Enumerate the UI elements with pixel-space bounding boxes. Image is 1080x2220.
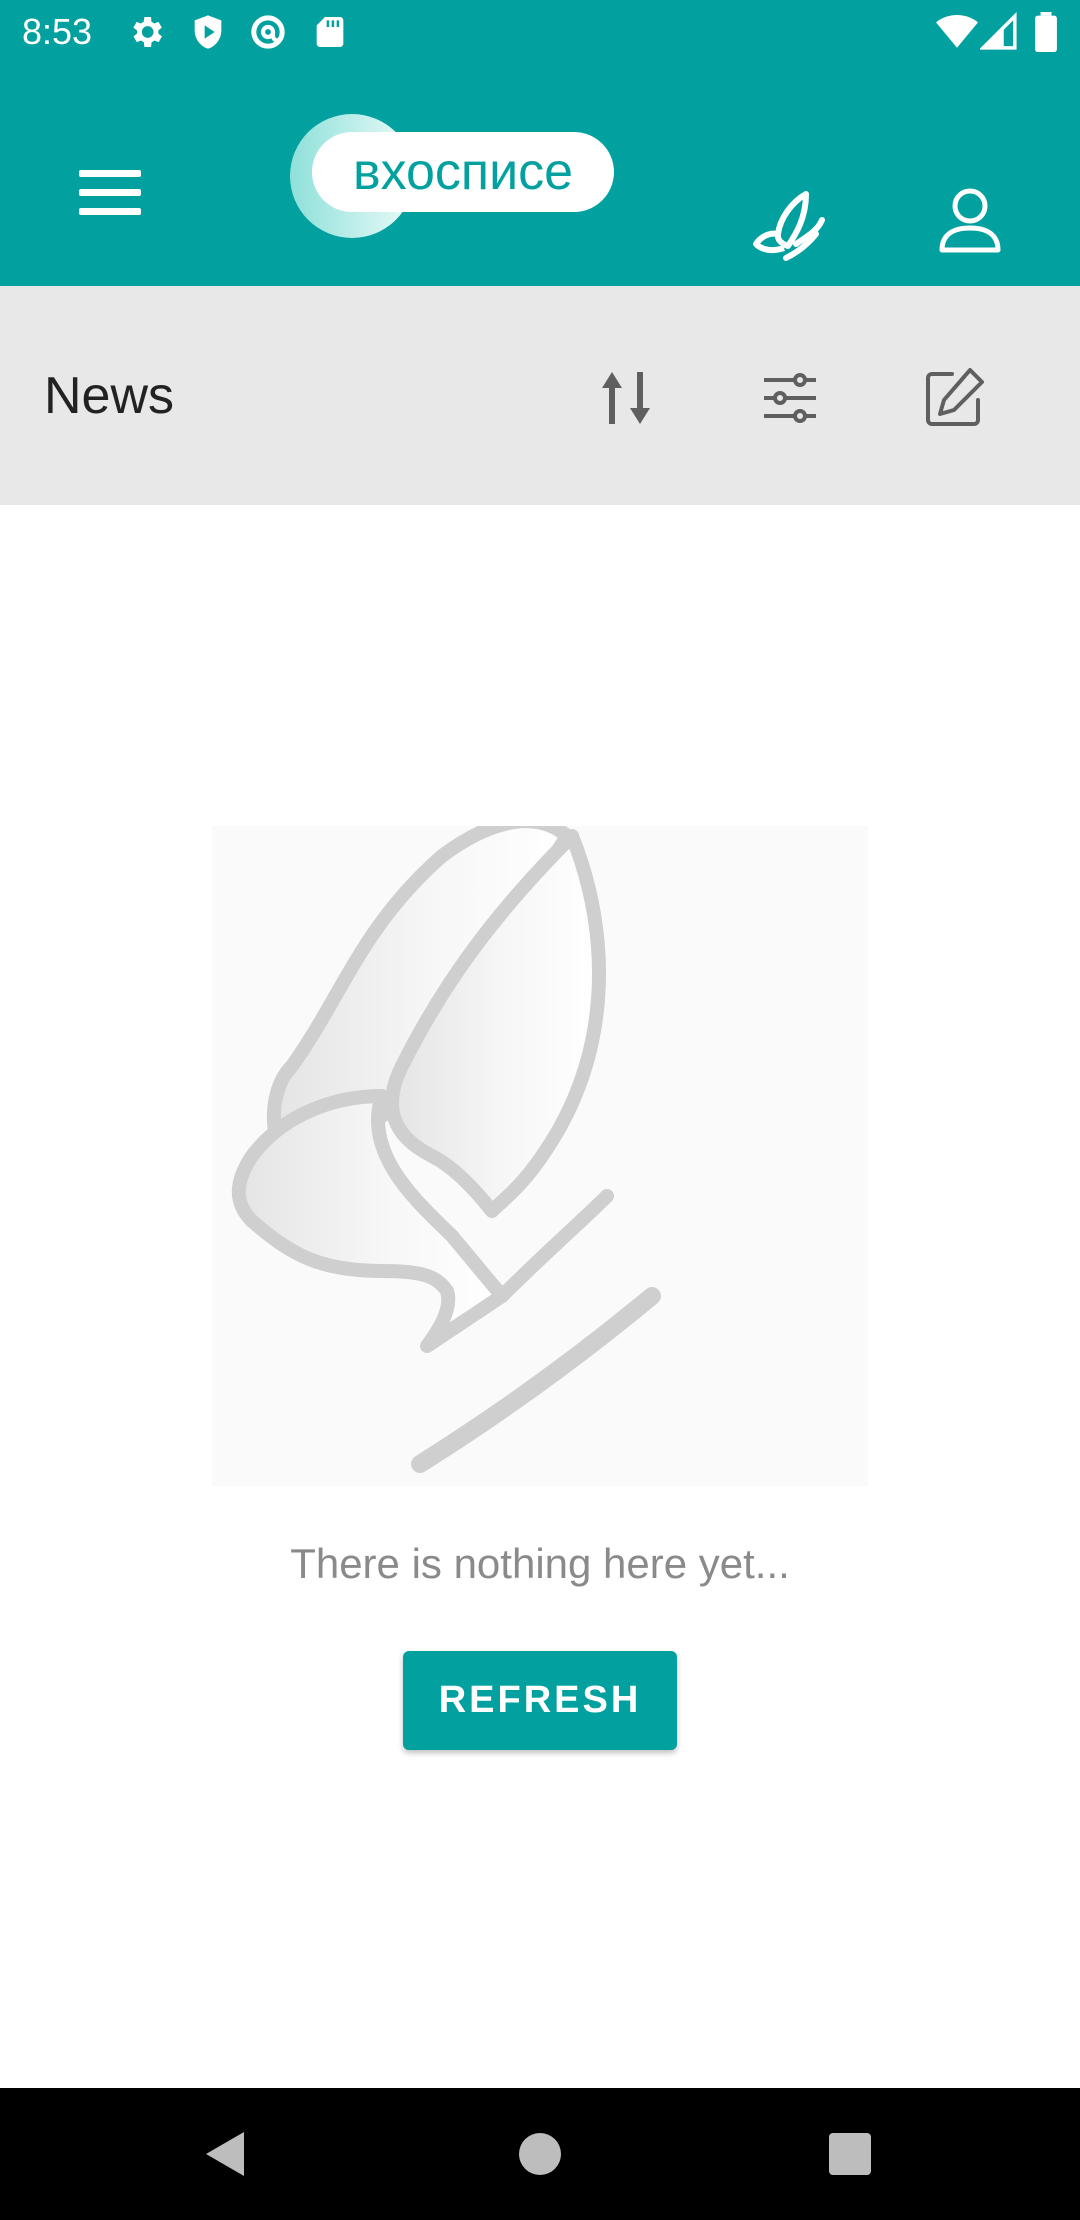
shield-play-icon — [194, 15, 222, 49]
recents-icon[interactable] — [820, 2124, 880, 2184]
gear-icon — [133, 17, 162, 47]
empty-state-message: There is nothing here yet... — [290, 1540, 790, 1587]
home-icon[interactable] — [510, 2124, 570, 2184]
butterfly-illustration — [212, 826, 868, 1486]
edit-icon[interactable] — [918, 362, 990, 434]
profile-icon[interactable] — [930, 184, 1010, 264]
refresh-button[interactable]: REFRESH — [403, 1651, 677, 1750]
signal-icon — [980, 12, 1017, 50]
status-bar: 8:53 — [0, 0, 1080, 64]
menu-icon[interactable] — [60, 142, 160, 242]
filter-icon[interactable] — [754, 362, 826, 434]
at-sign-icon — [251, 15, 285, 49]
status-time: 8:53 — [22, 11, 93, 52]
butterfly-icon[interactable] — [752, 190, 832, 270]
section-bar: News — [0, 286, 1080, 505]
system-nav-bar — [0, 2088, 1080, 2220]
battery-icon — [1035, 12, 1057, 52]
page-title: News — [44, 367, 175, 425]
sort-icon[interactable] — [590, 362, 662, 434]
app-bar: вхосписе — [0, 64, 1080, 286]
wifi-icon — [936, 15, 978, 48]
sd-card-icon — [316, 17, 344, 47]
back-icon[interactable] — [196, 2124, 256, 2184]
app-logo[interactable]: вхосписе — [288, 112, 622, 240]
logo-text: вхосписе — [312, 132, 614, 212]
